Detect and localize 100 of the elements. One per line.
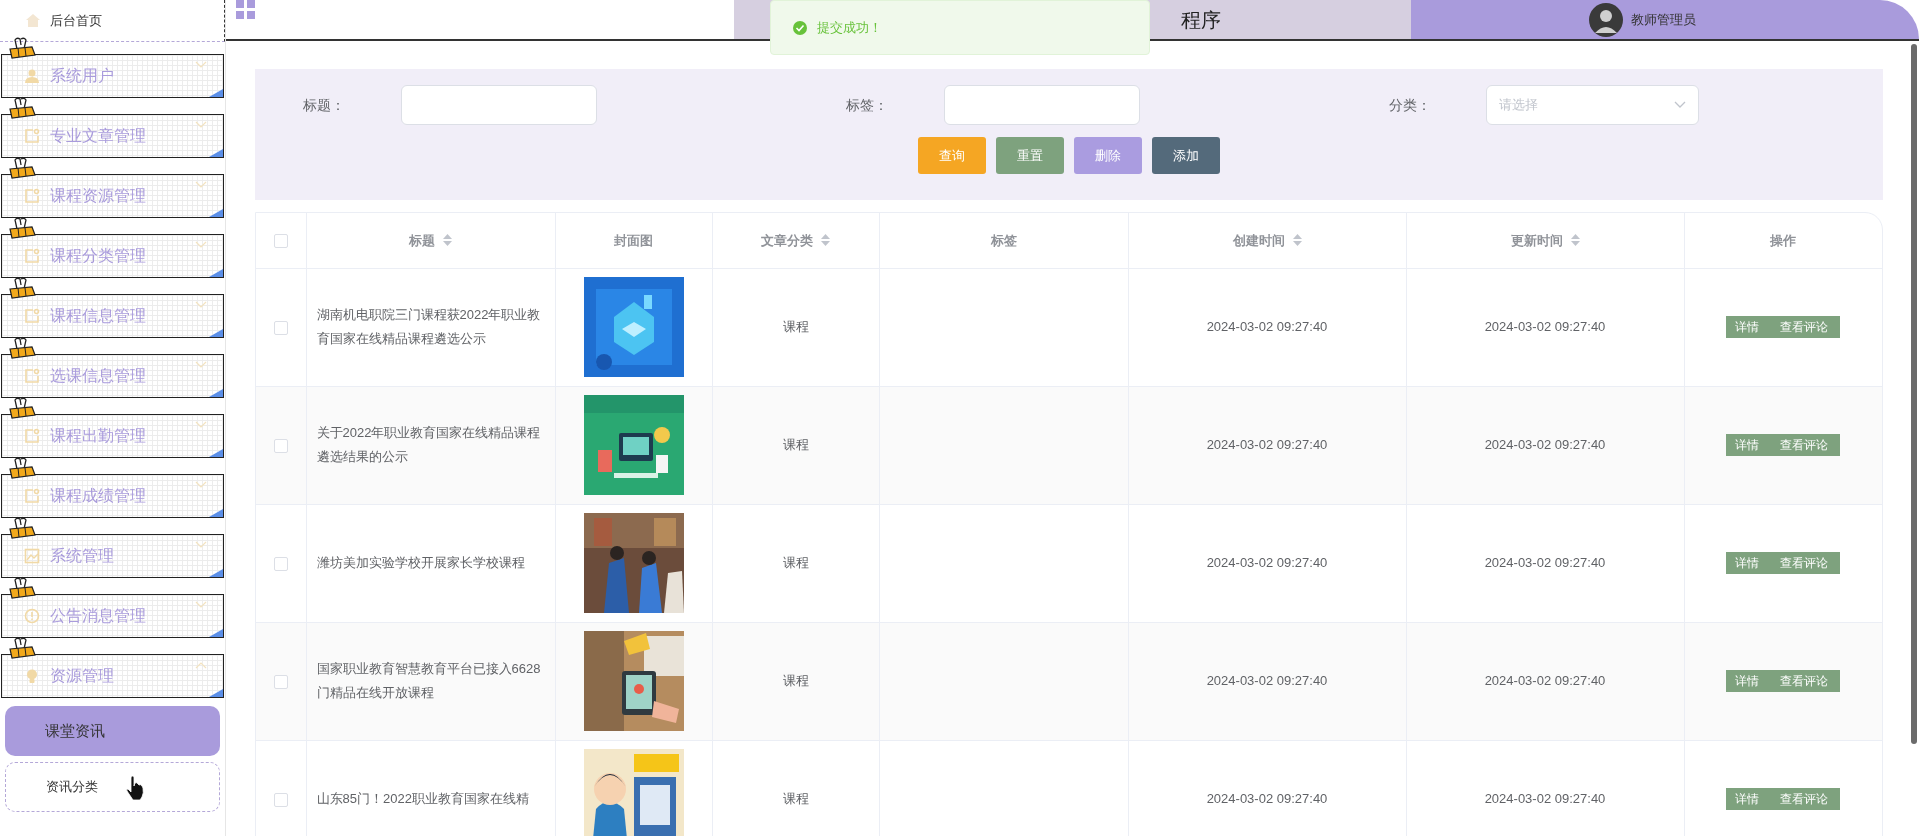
menu-item[interactable]: 资源管理	[1, 654, 224, 698]
binder-clip-icon	[8, 637, 36, 659]
checkbox[interactable]	[273, 320, 288, 335]
table-cell: 2024-03-02 09:27:40	[1484, 437, 1606, 453]
table-cell: 2024-03-02 09:27:40	[1206, 319, 1328, 335]
row-action-button[interactable]: 查看评论	[1768, 434, 1841, 456]
input-field[interactable]	[944, 85, 1140, 125]
column-header: 标签	[990, 231, 1017, 250]
checkbox[interactable]	[273, 674, 288, 689]
column-header[interactable]: 创建时间	[1232, 230, 1285, 250]
menu-item[interactable]: 系统用户	[1, 54, 224, 98]
sort-icon[interactable]	[821, 234, 830, 247]
table-cell: 2024-03-02 09:27:40	[1484, 555, 1606, 571]
bulb-icon	[24, 668, 40, 684]
action-button[interactable]: 添加	[1152, 137, 1220, 174]
table-cell: 课程	[782, 437, 809, 453]
table-cell: 2024-03-02 09:27:40	[1206, 673, 1328, 689]
sort-icon[interactable]	[1292, 234, 1302, 247]
document-icon	[24, 308, 40, 324]
action-button[interactable]: 查询	[918, 137, 986, 174]
folded-corner-icon	[209, 149, 223, 157]
row-action-button[interactable]: 详情	[1726, 552, 1769, 574]
success-toast: 提交成功！	[770, 0, 1150, 55]
table-cell: 2024-03-02 09:27:40	[1206, 555, 1328, 571]
document-icon	[24, 128, 40, 144]
user-name[interactable]: 教师管理员	[1631, 9, 1696, 30]
table-cell: 2024-03-02 09:27:40	[1206, 437, 1328, 453]
folded-corner-icon	[209, 89, 223, 97]
menu-item[interactable]: 课程分类管理	[1, 234, 224, 278]
avatar[interactable]	[1589, 2, 1623, 37]
table-cell-text: 山东85门！2022职业教育国家在线精	[316, 790, 530, 808]
row-action-button[interactable]: 查看评论	[1768, 788, 1841, 810]
row-action-button[interactable]: 详情	[1726, 670, 1769, 692]
user-icon	[24, 68, 40, 84]
table-cell-text: 关于2022年职业教育国家在线精品课程遴选结果的公示	[316, 424, 542, 466]
row-action-button[interactable]: 查看评论	[1768, 552, 1841, 574]
chevron-icon	[195, 121, 207, 129]
table-cell: 课程	[782, 555, 809, 571]
row-action-button[interactable]: 查看评论	[1768, 670, 1841, 692]
row-action-button[interactable]: 详情	[1726, 316, 1769, 338]
binder-clip-icon	[8, 457, 36, 479]
checkbox[interactable]	[273, 234, 288, 249]
folded-corner-icon	[209, 569, 223, 577]
column-header[interactable]: 标题	[409, 230, 435, 250]
chevron-icon	[195, 421, 207, 429]
table-cell: 课程	[782, 319, 809, 335]
binder-clip-icon	[8, 277, 36, 299]
submenu-item[interactable]: 课堂资讯	[5, 706, 220, 756]
chevron-icon	[195, 481, 207, 489]
folded-corner-icon	[209, 689, 223, 697]
menu-item[interactable]: 课程出勤管理	[1, 414, 224, 458]
scrollbar[interactable]	[1911, 44, 1917, 744]
sort-icon[interactable]	[1570, 234, 1580, 247]
document-icon	[24, 428, 40, 444]
table-cell: 2024-03-02 09:27:40	[1484, 673, 1606, 689]
folded-corner-icon	[209, 269, 223, 277]
binder-clip-icon	[8, 37, 36, 59]
app-title: 程序	[1181, 7, 1221, 33]
menu-item[interactable]: 选课信息管理	[1, 354, 224, 398]
chevron-icon	[195, 661, 207, 669]
document-icon	[24, 368, 40, 384]
image-icon	[24, 548, 40, 564]
table-cell: 2024-03-02 09:27:40	[1484, 791, 1606, 807]
grid-menu-icon[interactable]	[236, 0, 256, 20]
binder-clip-icon	[8, 157, 36, 179]
menu-item[interactable]: 公告消息管理	[1, 594, 224, 638]
row-action-button[interactable]: 详情	[1726, 434, 1769, 456]
field-label: 分类：	[1389, 95, 1432, 115]
chevron-icon	[195, 361, 207, 369]
home-icon	[26, 14, 40, 27]
chevron-icon	[195, 301, 207, 309]
input-field[interactable]	[401, 85, 597, 125]
menu-item[interactable]: 课程成绩管理	[1, 474, 224, 518]
sidebar-item[interactable]: 后台首页	[0, 0, 225, 42]
menu-item[interactable]: 课程资源管理	[1, 174, 224, 218]
table-cell: 2024-03-02 09:27:40	[1206, 791, 1328, 807]
row-action-button[interactable]: 详情	[1726, 788, 1769, 810]
menu-item[interactable]: 课程信息管理	[1, 294, 224, 338]
binder-clip-icon	[8, 217, 36, 239]
folded-corner-icon	[209, 209, 223, 217]
column-header[interactable]: 更新时间	[1510, 230, 1563, 250]
binder-clip-icon	[8, 337, 36, 359]
checkbox[interactable]	[273, 556, 288, 571]
column-header[interactable]: 文章分类	[761, 230, 813, 250]
row-action-button[interactable]: 查看评论	[1768, 316, 1841, 338]
column-header: 封面图	[614, 231, 653, 250]
select-field[interactable]: 请选择	[1486, 85, 1699, 125]
field-label: 标题：	[303, 95, 346, 115]
menu-item[interactable]: 专业文章管理	[1, 114, 224, 158]
sort-icon[interactable]	[443, 234, 452, 247]
action-button[interactable]: 删除	[1074, 137, 1142, 174]
table-cell: 2024-03-02 09:27:40	[1484, 319, 1606, 335]
menu-item[interactable]: 系统管理	[1, 534, 224, 578]
chevron-icon	[195, 61, 207, 69]
action-button[interactable]: 重置	[996, 137, 1064, 174]
checkbox[interactable]	[273, 438, 288, 453]
table-cell-text: 湖南机电职院三门课程获2022年职业教育国家在线精品课程遴选公示	[316, 306, 542, 348]
document-icon	[24, 248, 40, 264]
hand-cursor-icon	[125, 775, 145, 801]
checkbox[interactable]	[273, 792, 288, 807]
